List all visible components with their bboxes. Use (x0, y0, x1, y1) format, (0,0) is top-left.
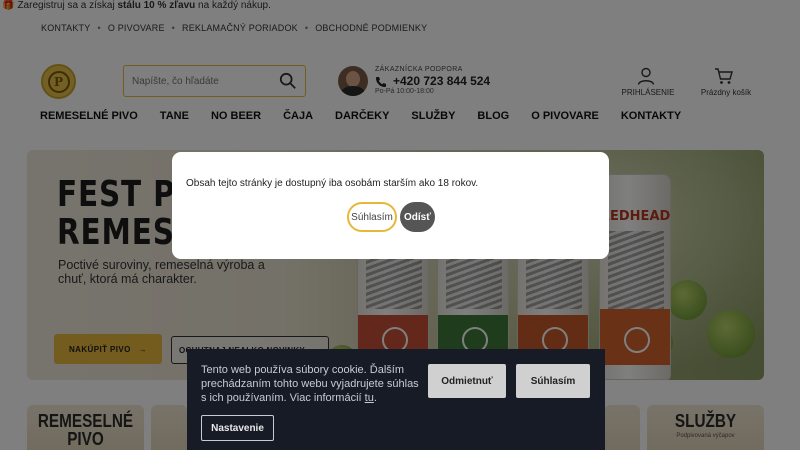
age-notice-text: Obsah tejto stránky je dostupný iba osob… (186, 178, 479, 189)
cookie-text: Tento web používa súbory cookie. Ďalším … (201, 363, 419, 405)
age-leave-button[interactable]: Odísť (400, 202, 435, 232)
cookie-accept-button[interactable]: Súhlasím (516, 364, 590, 398)
cookie-banner: Tento web používa súbory cookie. Ďalším … (187, 349, 605, 450)
cookie-settings-button[interactable]: Nastavenie (201, 415, 274, 441)
cookie-message-end: . (373, 392, 377, 404)
cookie-more-info-link[interactable]: tu (365, 392, 374, 404)
age-agree-button[interactable]: Súhlasím (347, 202, 397, 232)
cookie-reject-button[interactable]: Odmietnuť (428, 364, 506, 398)
cookie-message: Tento web používa súbory cookie. Ďalším … (201, 364, 419, 404)
